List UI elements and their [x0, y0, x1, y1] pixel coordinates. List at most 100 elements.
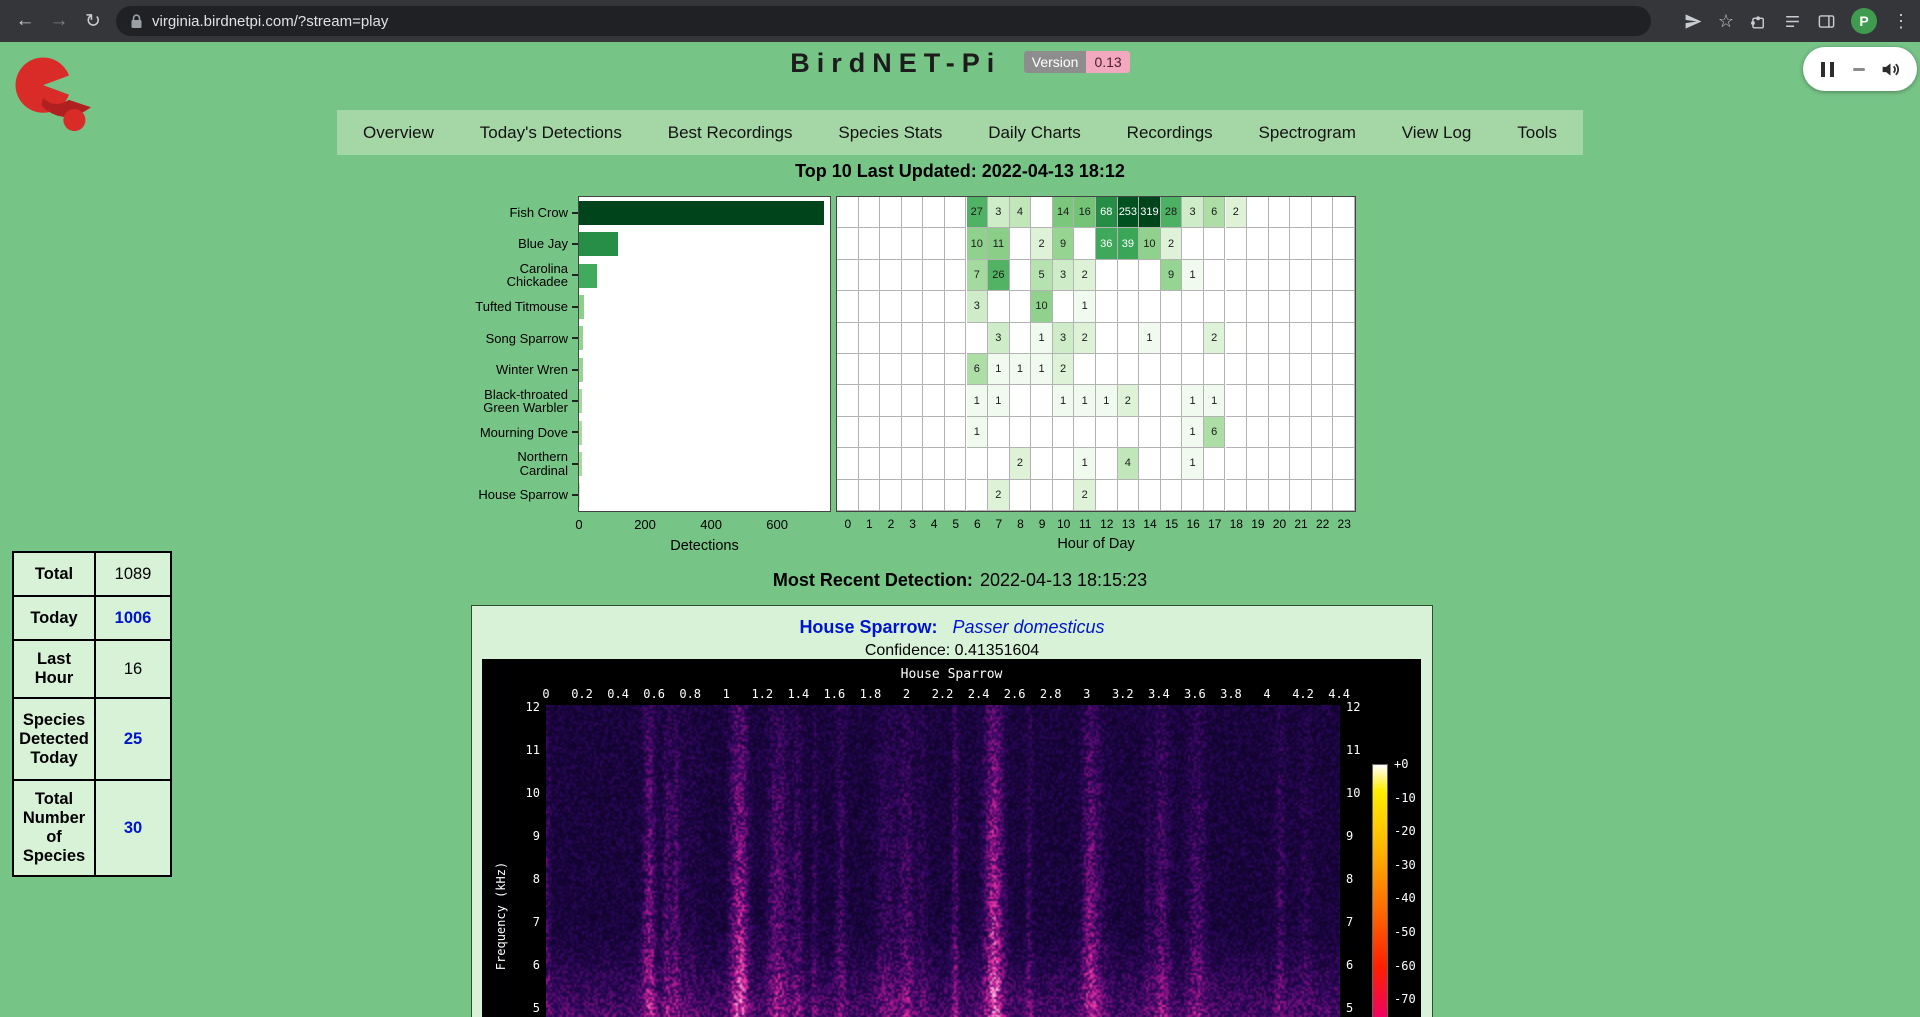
- heatmap-cell: [945, 448, 967, 479]
- heatmap-cell: [923, 197, 945, 228]
- heatmap-cell: [1226, 448, 1248, 479]
- version-value: 0.13: [1086, 51, 1129, 73]
- heatmap-cell: [902, 291, 924, 322]
- heatmap-cell: 4: [1118, 448, 1140, 479]
- heatmap-cell: [1290, 197, 1312, 228]
- spec-xtick: 3.8: [1220, 687, 1242, 701]
- nav-item-daily-charts[interactable]: Daily Charts: [988, 123, 1081, 143]
- nav-item-view-log[interactable]: View Log: [1402, 123, 1472, 143]
- heatmap-cell: [1247, 323, 1269, 354]
- heatmap-cell: [859, 417, 881, 448]
- bar-winter-wren: [579, 358, 583, 382]
- heatmap-cell: 1: [1074, 385, 1096, 416]
- stat-value[interactable]: 25: [95, 698, 171, 780]
- heatmap-cell: [1161, 417, 1183, 448]
- heatmap-cell: 16: [1074, 197, 1096, 228]
- back-icon[interactable]: ←: [8, 10, 42, 32]
- browser-menu-icon[interactable]: ⋮: [1892, 12, 1910, 30]
- profile-avatar[interactable]: P: [1851, 8, 1877, 34]
- hour-xtick: 19: [1251, 517, 1264, 531]
- stat-value[interactable]: 30: [95, 780, 171, 876]
- heatmap-cell: [902, 197, 924, 228]
- heatmap-cell: [1247, 228, 1269, 259]
- spec-xtick: 2.2: [932, 687, 954, 701]
- heatmap-cell: [837, 354, 859, 385]
- nav-item-overview[interactable]: Overview: [363, 123, 434, 143]
- heatmap-cell: [880, 323, 902, 354]
- nav-item-tools[interactable]: Tools: [1517, 123, 1557, 143]
- species-label: House Sparrow: [332, 480, 578, 511]
- forward-icon[interactable]: →: [42, 10, 76, 32]
- bar-house-sparrow: [579, 483, 580, 507]
- heatmap-cell: 6: [967, 354, 989, 385]
- heatmap-cell: [988, 291, 1010, 322]
- reading-list-icon[interactable]: [1783, 12, 1802, 31]
- detection-scientific-name[interactable]: Passer domesticus: [952, 617, 1104, 637]
- volume-icon[interactable]: [1880, 59, 1901, 80]
- stat-label: Species Detected Today: [13, 698, 95, 780]
- chart-species-labels: Fish CrowBlue JayCarolina ChickadeeTufte…: [332, 197, 578, 511]
- stat-label: Last Hour: [13, 640, 95, 698]
- bookmark-star-icon[interactable]: ☆: [1718, 12, 1734, 30]
- species-label: Winter Wren: [332, 354, 578, 385]
- detection-common-name[interactable]: House Sparrow:: [799, 617, 937, 637]
- heatmap-cell: [1269, 291, 1291, 322]
- spec-xtick: 4: [1263, 687, 1270, 701]
- url-bar[interactable]: virginia.birdnetpi.com/?stream=play: [116, 6, 1651, 36]
- heatmap-cell: [1269, 480, 1291, 511]
- spectrogram-ylabel: Frequency (kHz): [494, 851, 508, 981]
- heatmap-cell: [1333, 417, 1355, 448]
- heatmap-cell: 5: [1031, 260, 1053, 291]
- heatmap-cell: 36: [1096, 228, 1118, 259]
- hour-xtick: 4: [931, 517, 938, 531]
- heatmap-cell: [988, 448, 1010, 479]
- heatmap-cell: [859, 260, 881, 291]
- stat-label: Total Number of Species: [13, 780, 95, 876]
- side-panel-icon[interactable]: [1817, 12, 1836, 31]
- heatmap-cell: [988, 417, 1010, 448]
- spec-xtick: 2.4: [968, 687, 990, 701]
- heatmap-cell: [1290, 417, 1312, 448]
- heatmap-cell: [880, 417, 902, 448]
- heatmap-cell: [837, 228, 859, 259]
- heatmap-cell: [1290, 480, 1312, 511]
- heatmap-cell: [1290, 228, 1312, 259]
- chart-bar-xlabel: Detections: [578, 538, 831, 554]
- heatmap-cell: [1031, 480, 1053, 511]
- heatmap-cell: [1247, 417, 1269, 448]
- heatmap-cell: [1333, 291, 1355, 322]
- heatmap-cell: [967, 480, 989, 511]
- pause-button[interactable]: [1819, 62, 1837, 77]
- seek-bar[interactable]: [1853, 68, 1865, 71]
- heatmap-cell: [1096, 480, 1118, 511]
- url-text: virginia.birdnetpi.com/?stream=play: [152, 13, 388, 30]
- reload-icon[interactable]: ↻: [76, 10, 110, 33]
- send-icon[interactable]: [1684, 12, 1703, 31]
- heatmap-cell: 2: [1053, 354, 1075, 385]
- nav-item-spectrogram[interactable]: Spectrogram: [1259, 123, 1356, 143]
- heatmap-cell: 3: [988, 323, 1010, 354]
- heatmap-cell: [902, 323, 924, 354]
- heatmap-cell: [902, 385, 924, 416]
- spec-xtick: 0.4: [607, 687, 629, 701]
- heatmap-cell: [1118, 291, 1140, 322]
- heatmap-cell: [1312, 260, 1334, 291]
- stat-value[interactable]: 1006: [95, 596, 171, 640]
- heatmap-cell: [837, 260, 859, 291]
- screen: ← → ↻ virginia.birdnetpi.com/?stream=pla…: [0, 0, 1920, 1017]
- nav-item-today-s-detections[interactable]: Today's Detections: [480, 123, 622, 143]
- extensions-icon[interactable]: [1749, 12, 1768, 31]
- heatmap-cell: [923, 385, 945, 416]
- nav-item-recordings[interactable]: Recordings: [1127, 123, 1213, 143]
- spec-xtick: 2.6: [1004, 687, 1026, 701]
- heatmap-cell: [1247, 197, 1269, 228]
- spec-xtick: 3.2: [1112, 687, 1134, 701]
- heatmap-cell: [1096, 354, 1118, 385]
- heatmap-cell: [1312, 417, 1334, 448]
- heatmap-cell: [1010, 323, 1032, 354]
- heatmap-cell: [859, 480, 881, 511]
- heatmap-cell: [1312, 197, 1334, 228]
- nav-item-species-stats[interactable]: Species Stats: [838, 123, 942, 143]
- nav-item-best-recordings[interactable]: Best Recordings: [668, 123, 793, 143]
- heatmap-cell: [1312, 228, 1334, 259]
